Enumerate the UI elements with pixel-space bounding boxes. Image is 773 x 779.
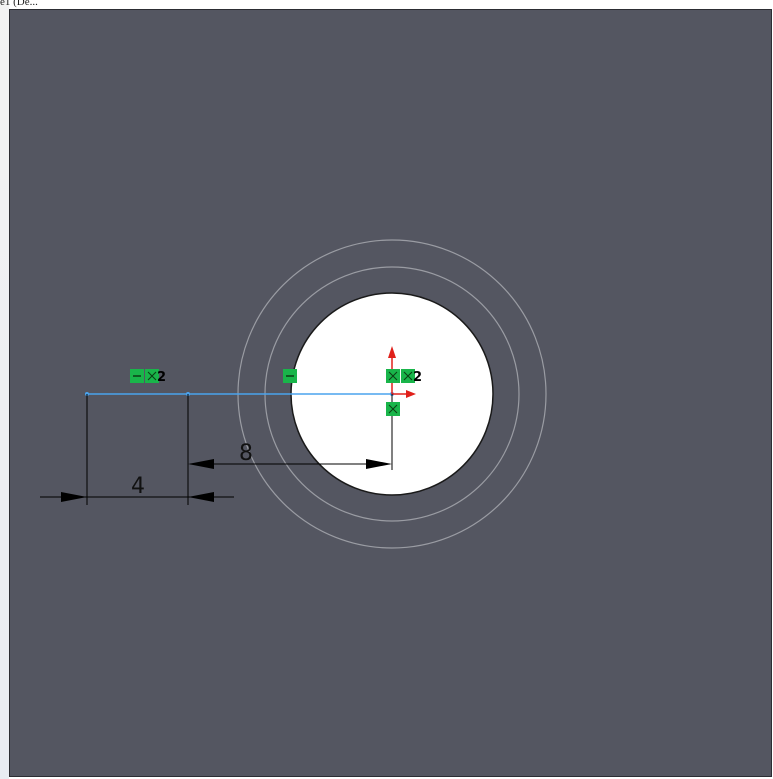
- relation-badges-left[interactable]: 2: [130, 369, 166, 385]
- sketch-canvas[interactable]: 8 4 2 2: [0, 0, 773, 779]
- relation-count-center: 2: [413, 370, 422, 385]
- dimension-length[interactable]: 4: [40, 394, 234, 505]
- relation-count-left: 2: [157, 370, 166, 385]
- dimension-offset-label[interactable]: 8: [239, 441, 253, 466]
- relation-badge-line[interactable]: [283, 369, 297, 383]
- dimension-length-label[interactable]: 4: [131, 474, 145, 499]
